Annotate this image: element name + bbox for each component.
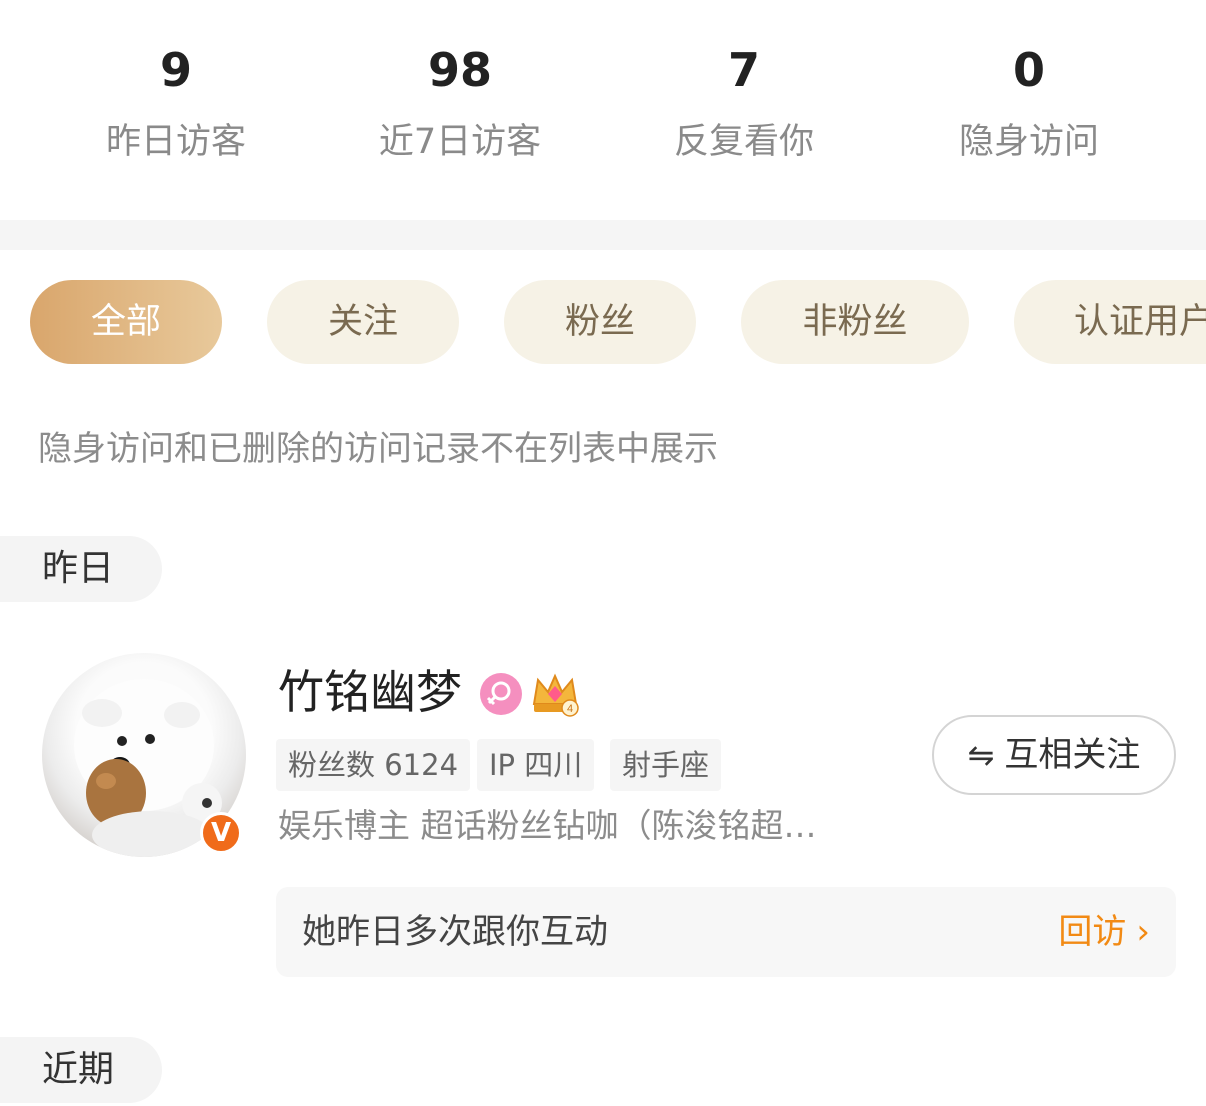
visitor-name[interactable]: 竹铭幽梦 [278,662,462,722]
filter-fans[interactable]: 粉丝 [504,280,696,364]
tag-zodiac: 射手座 [610,739,722,791]
stat-label: 昨日访客 [105,122,246,162]
revisit-link[interactable]: 回访 › [1058,887,1150,977]
crown-icon: 4 [530,670,580,718]
privacy-note: 隐身访问和已删除的访问记录不在列表中展示 [38,429,718,469]
follow-button-label: 互相关注 [1004,735,1141,775]
swap-arrows-icon: ⇋ [967,736,995,774]
tag-ip-location: IP 四川 [477,739,595,791]
stat-value: 98 [427,43,492,97]
section-label-recent: 近期 [0,1037,162,1103]
revisit-label: 回访 [1058,912,1127,952]
visitor-stats: 9 昨日访客 98 近7日访客 7 反复看你 0 隐身访问 [0,0,1206,220]
mutual-follow-button[interactable]: ⇋ 互相关注 [932,715,1176,795]
section-label-yesterday: 昨日 [0,536,162,602]
filter-chips: 全部 关注 粉丝 非粉丝 认证用户 [0,280,1206,366]
interaction-banner[interactable]: 她昨日多次跟你互动 回访 › [276,887,1176,977]
stat-value: 0 [1012,43,1045,97]
verified-badge-icon: V [200,812,242,854]
filter-non-fans[interactable]: 非粉丝 [741,280,969,364]
filter-following[interactable]: 关注 [267,280,459,364]
stat-value: 7 [727,43,760,97]
svg-text:4: 4 [567,703,573,715]
visitor-bio: 娱乐博主 超话粉丝钻咖（陈浚铭超… [278,806,817,845]
chevron-right-icon: › [1136,912,1150,952]
stat-value: 9 [159,43,192,97]
filter-verified[interactable]: 认证用户 [1014,280,1206,364]
filter-all[interactable]: 全部 [30,280,222,364]
stat-label: 近7日访客 [378,122,542,162]
female-icon [480,673,522,715]
tag-fans-count: 粉丝数 6124 [276,739,471,791]
stat-label: 隐身访问 [958,122,1099,162]
stat-label: 反复看你 [673,122,814,162]
section-divider [0,220,1206,250]
interaction-text: 她昨日多次跟你互动 [302,912,608,952]
